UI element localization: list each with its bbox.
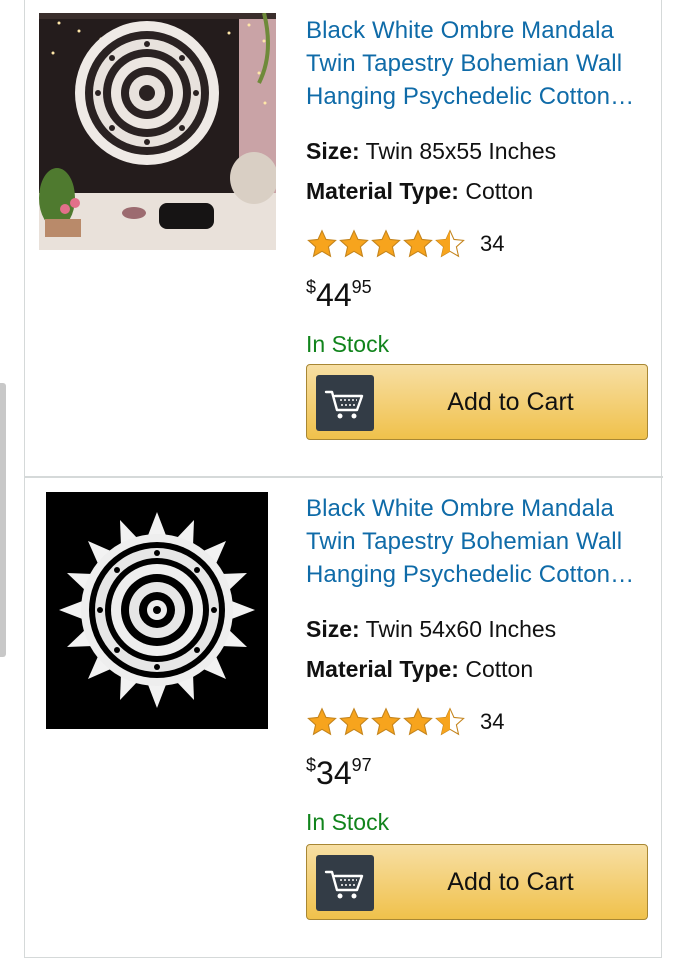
product-info: Black White Ombre Mandala Twin Tapestry … [306,14,649,440]
star-full-icon [371,229,401,258]
rating-count[interactable]: 34 [480,709,504,735]
scrollbar-handle[interactable] [0,383,6,657]
product-card: Black White Ombre Mandala Twin Tapestry … [25,478,663,958]
star-half-icon [435,229,465,258]
material-value: Cotton [465,656,534,682]
size-attribute: Size: Twin 54x60 Inches [306,615,649,643]
product-title-link[interactable]: Black White Ombre Mandala Twin Tapestry … [306,14,656,113]
price: $4495 [306,275,649,315]
star-full-icon [339,707,369,736]
price: $3497 [306,753,649,793]
material-label: Material Type: [306,178,459,204]
material-attribute: Material Type: Cotton [306,655,649,683]
size-value: Twin 85x55 Inches [365,138,557,164]
product-image[interactable] [46,492,268,729]
star-full-icon [371,707,401,736]
price-whole: 44 [316,277,352,313]
shopping-cart-icon [316,855,374,911]
shopping-cart-icon [316,375,374,431]
material-attribute: Material Type: Cotton [306,177,649,205]
product-list: Black White Ombre Mandala Twin Tapestry … [24,0,663,958]
star-rating [306,706,466,738]
add-to-cart-label: Add to Cart [447,867,574,896]
product-card: Black White Ombre Mandala Twin Tapestry … [25,0,663,478]
rating-row[interactable]: 34 [306,705,649,739]
availability-status: In Stock [306,809,390,835]
size-attribute: Size: Twin 85x55 Inches [306,137,649,165]
rating-row[interactable]: 34 [306,227,649,261]
star-full-icon [307,707,337,736]
add-to-cart-button[interactable]: Add to Cart [306,364,648,440]
star-full-icon [339,229,369,258]
star-full-icon [307,229,337,258]
price-currency: $ [306,755,317,775]
star-full-icon [403,229,433,258]
price-whole: 34 [316,755,352,791]
price-fraction: 97 [351,755,372,775]
rating-count[interactable]: 34 [480,231,504,257]
add-to-cart-button[interactable]: Add to Cart [306,844,648,920]
size-label: Size: [306,138,360,164]
price-currency: $ [306,277,317,297]
availability-status: In Stock [306,331,390,357]
star-rating [306,228,466,260]
product-image[interactable] [39,13,276,250]
material-label: Material Type: [306,656,459,682]
size-value: Twin 54x60 Inches [365,616,557,642]
star-half-icon [435,707,465,736]
price-fraction: 95 [351,277,372,297]
product-title-link[interactable]: Black White Ombre Mandala Twin Tapestry … [306,492,656,591]
add-to-cart-label: Add to Cart [447,387,574,416]
star-full-icon [403,707,433,736]
material-value: Cotton [465,178,534,204]
product-info: Black White Ombre Mandala Twin Tapestry … [306,492,649,920]
size-label: Size: [306,616,360,642]
